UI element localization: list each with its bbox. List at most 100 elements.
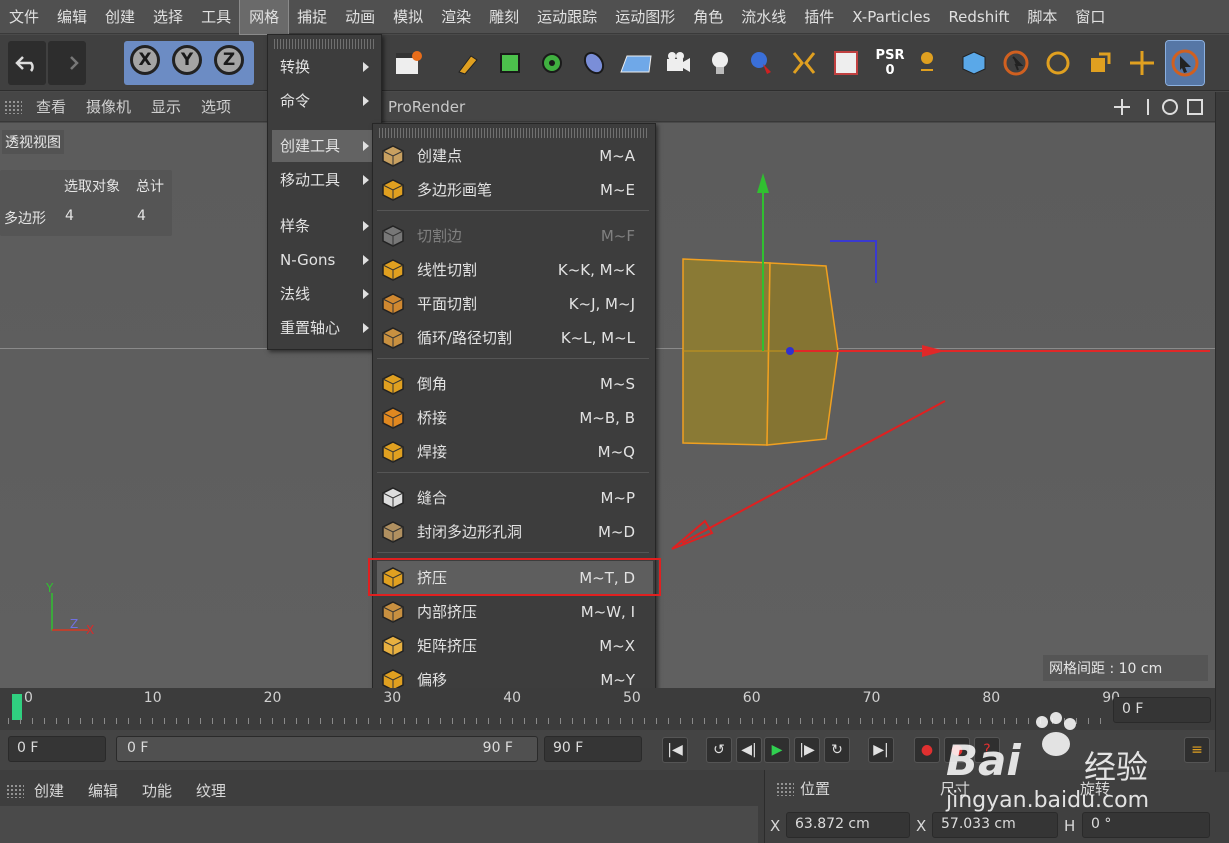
menu-item-5[interactable]: 网格 [239,0,290,35]
menu-item-15[interactable]: 插件 [795,0,843,34]
menu-item-16[interactable]: X-Particles [843,0,939,34]
mesh-menu-item[interactable]: 样条 [272,210,377,242]
generator-button[interactable] [534,41,570,85]
create-tool-item[interactable]: 桥接 M~B, B [377,401,653,435]
pen-tool-button[interactable] [450,41,486,85]
y-axis-lock-button[interactable]: Y [172,45,202,75]
materials-edit-menu[interactable]: 编辑 [88,780,118,801]
next-frame-button[interactable]: |▶ [794,737,820,763]
live-select-button[interactable] [998,41,1034,85]
menu-item-7[interactable]: 动画 [336,0,384,34]
z-axis-lock-button[interactable]: Z [214,45,244,75]
go-to-end-button[interactable]: ▶| [868,737,894,763]
tag-button[interactable] [744,41,780,85]
play-button[interactable]: ▶ [764,737,790,763]
camera-menu[interactable]: 摄像机 [76,96,141,117]
start-frame-field[interactable]: 0 F [8,736,106,762]
x-size-field[interactable]: 57.033 cm [932,812,1058,838]
mesh-menu-item[interactable]: 重置轴心 [272,312,377,344]
mesh-menu-item[interactable]: 转换 [272,51,377,83]
record-button[interactable]: ● [914,737,940,763]
object-mode-button[interactable] [956,41,992,85]
symmetry-button[interactable] [786,41,822,85]
create-tool-item[interactable]: 平面切割 K~J, M~J [377,287,653,321]
x-position-field[interactable]: 63.872 cm [786,812,910,838]
menu-item-9[interactable]: 渲染 [432,0,480,34]
sketch-button[interactable] [828,41,864,85]
view-menu[interactable]: 查看 [26,96,76,117]
move-button[interactable] [1124,41,1160,85]
coords-grip-icon[interactable] [776,782,794,796]
coord-system-button[interactable] [914,41,950,85]
create-tool-item[interactable]: 创建点 M~A [377,139,653,173]
create-tool-item[interactable]: 倒角 M~S [377,367,653,401]
floor-button[interactable] [618,41,654,85]
materials-texture-menu[interactable]: 纹理 [196,780,226,801]
x-axis-lock-button[interactable]: X [130,45,160,75]
cube-object-button[interactable] [492,41,528,85]
prorender-menu[interactable]: ProRender [378,98,475,116]
menu-tearoff-handle[interactable] [274,39,375,49]
create-tool-item[interactable]: 封闭多边形孔洞 M~D [377,515,653,549]
z-plane-handle[interactable] [830,240,877,283]
create-tool-item[interactable]: 焊接 M~Q [377,435,653,469]
prev-key-button[interactable]: ↺ [706,737,732,763]
menu-item-19[interactable]: 窗口 [1066,0,1114,34]
materials-function-menu[interactable]: 功能 [142,780,172,801]
go-to-start-button[interactable]: |◀ [662,737,688,763]
mesh-menu-item[interactable]: 创建工具 [272,130,377,162]
display-menu[interactable]: 显示 [141,96,191,117]
menu-item-17[interactable]: Redshift [939,0,1018,34]
create-tool-item[interactable]: 线性切割 K~K, M~K [377,253,653,287]
scale-button[interactable] [1082,41,1118,85]
camera-button[interactable] [660,41,696,85]
materials-grip-icon[interactable] [6,784,24,798]
menu-item-6[interactable]: 捕捉 [288,0,336,34]
submenu-tearoff-handle[interactable] [379,128,649,138]
light-button[interactable] [702,41,738,85]
pivot-point[interactable] [786,347,794,355]
menu-item-18[interactable]: 脚本 [1018,0,1066,34]
create-tool-item[interactable]: 循环/路径切割 K~L, M~L [377,321,653,355]
menu-item-13[interactable]: 角色 [684,0,732,34]
h-rotation-field[interactable]: 0 ° [1082,812,1210,838]
mesh-menu-item[interactable]: N-Gons [272,244,377,276]
create-tool-item[interactable]: 矩阵挤压 M~X [377,629,653,663]
menu-item-0[interactable]: 文件 [0,0,48,34]
psr-button[interactable]: PSR 0 [870,41,910,85]
menu-item-3[interactable]: 选择 [144,0,192,34]
menu-item-8[interactable]: 模拟 [384,0,432,34]
view-nav-icons[interactable] [1112,97,1212,117]
options-menu[interactable]: 选项 [191,96,241,117]
timeline-options-button[interactable]: ≡ [1184,737,1210,763]
rotate-button[interactable] [1040,41,1076,85]
create-tool-item[interactable]: 内部挤压 M~W, I [377,595,653,629]
create-tool-item[interactable]: 缝合 M~P [377,481,653,515]
materials-create-menu[interactable]: 创建 [34,780,64,801]
mesh-menu-item[interactable]: 法线 [272,278,377,310]
redo-button[interactable] [48,41,86,85]
select-button[interactable] [1165,40,1205,86]
menu-item-14[interactable]: 流水线 [732,0,795,34]
menu-item-2[interactable]: 创建 [96,0,144,34]
create-tool-item[interactable]: 多边形画笔 M~E [377,173,653,207]
playhead[interactable] [12,694,22,720]
render-settings-button[interactable] [390,41,426,85]
menu-item-10[interactable]: 雕刻 [480,0,528,34]
menu-item-1[interactable]: 编辑 [48,0,96,34]
range-slider[interactable]: 0 F 90 F [116,736,538,762]
right-side-toolbar[interactable] [1215,92,1229,772]
mesh-menu-item[interactable]: 命令 [272,85,377,117]
prev-frame-button[interactable]: ◀| [736,737,762,763]
undo-button[interactable] [8,41,46,85]
menu-item-11[interactable]: 运动跟踪 [528,0,606,34]
next-key-button[interactable]: ↻ [824,737,850,763]
panel-grip-icon[interactable] [4,99,22,114]
menu-item-12[interactable]: 运动图形 [606,0,684,34]
menu-item-4[interactable]: 工具 [192,0,240,34]
materials-area[interactable] [0,806,758,843]
create-tool-shortcut: K~J, M~J [568,295,635,313]
deformer-button[interactable] [576,41,612,85]
end-frame-field[interactable]: 90 F [544,736,642,762]
mesh-menu-item[interactable]: 移动工具 [272,164,377,196]
